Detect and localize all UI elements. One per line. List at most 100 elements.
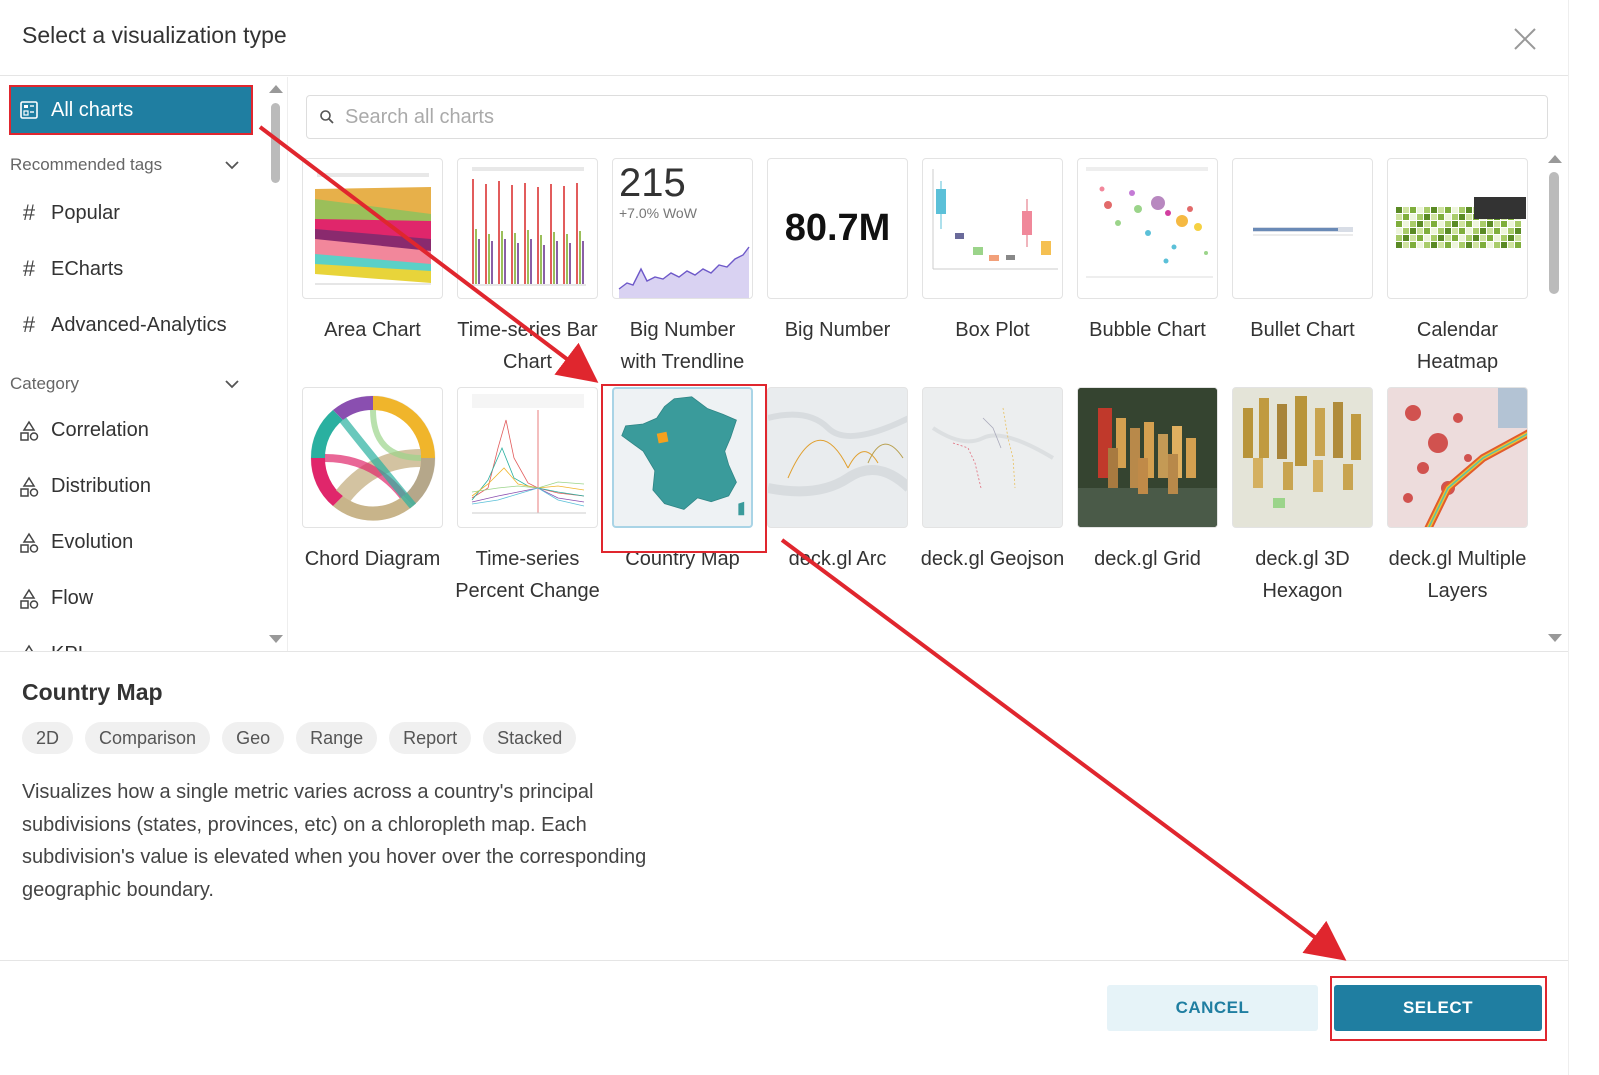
chart-card-label: deck.gl Arc [788, 548, 887, 570]
chart-card-label: deck.gl Grid [1094, 548, 1201, 570]
visualization-type-dialog: Select a visualization type All charts R… [0, 0, 1568, 1075]
chart-card-big-number-trendline[interactable]: 215 +7.0% WoW Big Number with Trendline [610, 158, 755, 378]
heatmap-cell [1445, 242, 1451, 248]
dialog-title: Select a visualization type [22, 22, 287, 48]
heatmap-cell [1466, 207, 1472, 213]
page-scrollbar[interactable] [1568, 0, 1599, 1075]
chart-grid-scroll-thumb[interactable] [1549, 172, 1559, 294]
chart-card-big-number[interactable]: 80.7M Big Number [765, 158, 910, 346]
heatmap-cell [1508, 221, 1514, 227]
heatmap-cell [1396, 214, 1402, 220]
chart-card-bubble-chart[interactable]: Bubble Chart [1075, 158, 1220, 346]
heatmap-cell [1459, 214, 1465, 220]
chart-card-area-chart[interactable]: Area Chart [300, 158, 445, 346]
dashboard-icon [20, 101, 38, 119]
chart-card-chord-diagram[interactable]: Chord Diagram [300, 387, 445, 575]
chart-card-deckgl-grid[interactable]: deck.gl Grid [1075, 387, 1220, 575]
heatmap-cell [1508, 242, 1514, 248]
sidebar-item-label: Evolution [51, 531, 134, 553]
chord-diagram-thumbnail [310, 395, 436, 521]
heatmap-cell [1452, 242, 1458, 248]
chart-grid-scrollbar[interactable] [1546, 150, 1564, 650]
chart-card-label: Big Number [784, 319, 891, 341]
sidebar-scroll-thumb[interactable] [271, 103, 280, 183]
heatmap-cell [1424, 221, 1430, 227]
heatmap-cell [1459, 207, 1465, 213]
chart-card-country-map[interactable]: Country Map [610, 387, 755, 575]
heatmap-cell [1417, 228, 1423, 234]
sidebar-scrollbar[interactable] [266, 77, 286, 651]
heatmap-cell [1431, 228, 1437, 234]
tag-badge: 2D [22, 722, 74, 754]
section-divider [0, 651, 1568, 652]
sidebar-item-label: Popular [51, 201, 120, 224]
heatmap-cell [1396, 228, 1402, 234]
heatmap-cell [1445, 228, 1451, 234]
chart-thumbnail [922, 158, 1063, 299]
sidebar-item-echarts[interactable]: # ECharts [18, 256, 123, 282]
sidebar-item-flow[interactable]: Flow [18, 587, 93, 610]
heatmap-cell [1466, 214, 1472, 220]
search-input[interactable] [345, 105, 1445, 129]
chart-thumbnail [1232, 387, 1373, 528]
deckgl-grid-thumbnail [1078, 388, 1217, 527]
chart-card-time-series-percent-change[interactable]: Time-series Percent Change [455, 387, 600, 607]
recommended-tags-header[interactable]: Recommended tags [10, 155, 246, 175]
chart-card-calendar-heatmap[interactable]: Calendar Heatmap [1385, 158, 1530, 378]
heatmap-cell [1424, 207, 1430, 213]
heatmap-cell [1410, 242, 1416, 248]
heatmap-cell [1501, 242, 1507, 248]
cancel-button[interactable]: CANCEL [1107, 985, 1318, 1031]
heatmap-cell [1494, 242, 1500, 248]
chart-card-deckgl-multiple-layers[interactable]: deck.gl Multiple Layers [1385, 387, 1530, 607]
heatmap-cell [1508, 235, 1514, 241]
select-button[interactable]: SELECT [1334, 985, 1542, 1031]
sidebar-item-label: Correlation [51, 419, 149, 441]
heatmap-cell [1424, 214, 1430, 220]
chart-card-box-plot[interactable]: Box Plot [920, 158, 1065, 346]
sidebar-item-evolution[interactable]: Evolution [18, 531, 133, 554]
heatmap-cell [1431, 214, 1437, 220]
chart-card-deckgl-arc[interactable]: deck.gl Arc [765, 387, 910, 575]
trendline-icon [618, 246, 750, 298]
close-icon[interactable] [1510, 24, 1540, 54]
category-header[interactable]: Category [10, 374, 246, 394]
chart-card-deckgl-3d-hexagon[interactable]: deck.gl 3D Hexagon [1230, 387, 1375, 607]
sidebar-item-label: Flow [51, 587, 94, 609]
thumb-big-number: 215 [619, 161, 686, 205]
heatmap-cell [1396, 235, 1402, 241]
chart-thumbnail [302, 387, 443, 528]
chart-card-deckgl-geojson[interactable]: deck.gl Geojson [920, 387, 1065, 575]
heatmap-cell [1501, 235, 1507, 241]
footer-divider [0, 960, 1568, 961]
chart-description: Visualizes how a single metric varies ac… [22, 781, 647, 901]
sidebar-item-advanced-analytics[interactable]: # Advanced-Analytics [18, 312, 227, 338]
search-box[interactable] [306, 95, 1548, 139]
sidebar-item-distribution[interactable]: Distribution [18, 475, 151, 498]
heatmap-cell [1403, 228, 1409, 234]
chart-thumbnail [922, 387, 1063, 528]
chart-card-bullet-chart[interactable]: Bullet Chart [1230, 158, 1375, 346]
dialog-header: Select a visualization type [0, 0, 1568, 76]
chart-card-label: deck.gl 3D Hexagon [1255, 548, 1350, 602]
chart-thumbnail [457, 387, 598, 528]
search-icon [320, 110, 334, 124]
heatmap-cell [1438, 214, 1444, 220]
shapes-icon [20, 476, 39, 497]
heatmap-cell [1466, 242, 1472, 248]
all-charts-button[interactable]: All charts [11, 87, 251, 133]
thumb-wow: +7.0% WoW [619, 205, 697, 221]
heatmap-cell [1396, 242, 1402, 248]
chart-card-label: Area Chart [324, 319, 421, 341]
sidebar-item-correlation[interactable]: Correlation [18, 419, 149, 442]
heatmap-cell [1515, 228, 1521, 234]
box-plot-thumbnail [932, 169, 1058, 270]
chart-thumbnail [1232, 158, 1373, 299]
sidebar-item-kpi[interactable]: KPI [18, 643, 83, 651]
chart-thumbnail [457, 158, 598, 299]
sidebar-item-popular[interactable]: # Popular [18, 200, 120, 226]
heatmap-cell [1445, 221, 1451, 227]
chart-card-time-series-bar[interactable]: Time-series Bar Chart [455, 158, 600, 378]
chevron-down-icon [225, 380, 239, 389]
heatmap-cell [1452, 221, 1458, 227]
